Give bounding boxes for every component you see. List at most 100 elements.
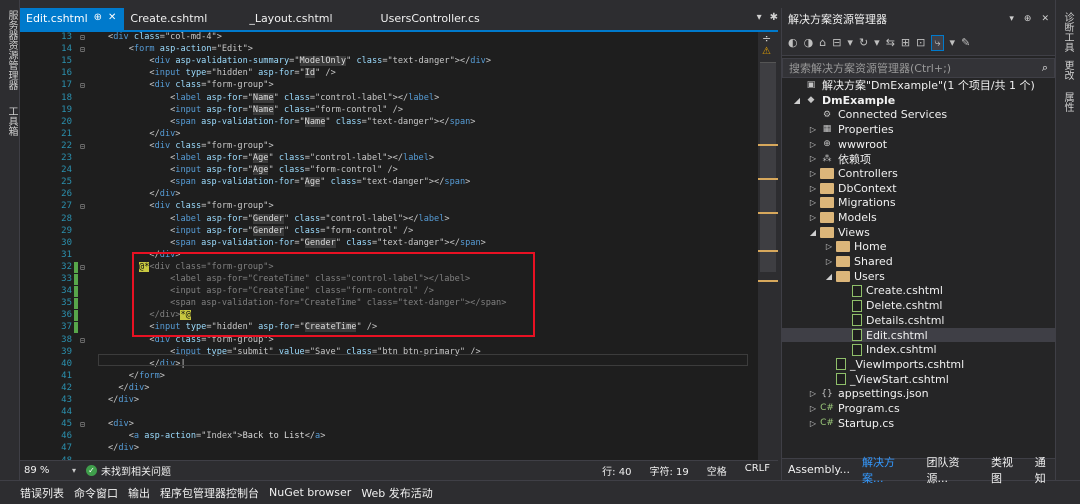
toolbar-button-icon[interactable]: ✎: [961, 36, 970, 49]
code-line[interactable]: <a asp-action="Index">Back to List</a>: [108, 431, 326, 441]
code-line[interactable]: <form asp-action="Edit">: [108, 44, 253, 54]
tree-item[interactable]: ◢ Users: [782, 269, 1056, 284]
toolbox-tab[interactable]: 工具箱: [4, 106, 19, 136]
expand-arrow-icon[interactable]: ▷: [808, 154, 818, 163]
warning-icon[interactable]: ⚠: [762, 46, 771, 57]
code-line[interactable]: <input asp-for="Age" class="form-control…: [108, 165, 398, 176]
diagnostic-tools-tab[interactable]: 诊断工具: [1060, 12, 1075, 52]
split-icon[interactable]: ÷: [762, 32, 771, 45]
solution-search-input[interactable]: 搜索解决方案资源管理器(Ctrl+;) ⌕: [782, 58, 1055, 78]
fold-toggle-icon[interactable]: ⊟: [80, 336, 85, 345]
tree-item[interactable]: ⚙ Connected Services: [782, 107, 1056, 122]
tree-item[interactable]: ▷ Controllers: [782, 166, 1056, 181]
code-line[interactable]: <span asp-validation-for="Name" class="t…: [108, 116, 475, 127]
code-line[interactable]: <div class="form-group">: [108, 201, 273, 211]
toolbar-button-icon[interactable]: ⊞: [901, 36, 910, 49]
expand-arrow-icon[interactable]: ▷: [808, 140, 818, 149]
tree-item[interactable]: Details.cshtml: [782, 313, 1056, 328]
fold-toggle-icon[interactable]: ⊟: [80, 45, 85, 54]
tab-userscontroller[interactable]: UsersController.cs: [341, 8, 488, 30]
pin-icon[interactable]: ⊕: [94, 12, 102, 30]
expand-arrow-icon[interactable]: ▷: [808, 184, 818, 193]
code-line[interactable]: </div>: [108, 395, 139, 405]
code-line[interactable]: <div class="form-group">: [108, 80, 273, 90]
code-line[interactable]: <div asp-validation-summary="ModelOnly" …: [108, 56, 491, 67]
toolbar-button-icon[interactable]: ▾: [847, 36, 853, 49]
toolbar-button-icon[interactable]: ⤷: [931, 34, 944, 51]
zoom-dropdown-icon[interactable]: ▾: [72, 466, 76, 475]
toolbar-button-icon[interactable]: ▾: [874, 36, 880, 49]
toolbar-button-icon[interactable]: ⌂: [819, 36, 826, 49]
toolbar-button-icon[interactable]: ▾: [950, 36, 956, 49]
toolbar-button-icon[interactable]: ◑: [804, 36, 814, 49]
editor-scrollbar[interactable]: ÷ ⚠: [758, 32, 778, 460]
expand-arrow-icon[interactable]: ▷: [808, 419, 818, 428]
tab-list-dropdown-icon[interactable]: ▾: [757, 12, 762, 30]
fold-toggle-icon[interactable]: ⊟: [80, 420, 85, 429]
expand-arrow-icon[interactable]: ▷: [824, 257, 834, 266]
tab-layout-cshtml[interactable]: _Layout.cshtml: [215, 8, 340, 30]
code-line[interactable]: <span asp-validation-for="Age" class="te…: [108, 177, 470, 188]
tree-item[interactable]: Create.cshtml: [782, 284, 1056, 299]
panel-tab[interactable]: 类视图: [991, 454, 1023, 486]
code-line[interactable]: <div class="form-group">: [108, 141, 273, 151]
code-line[interactable]: </div>: [108, 189, 180, 199]
expanded-arrow-icon[interactable]: ◢: [824, 272, 834, 281]
server-explorer-tab[interactable]: 服务器资源管理器: [4, 10, 19, 90]
code-line[interactable]: </div>: [108, 383, 149, 393]
pin-icon[interactable]: ⊕: [1024, 14, 1032, 24]
tab-create-cshtml[interactable]: Create.cshtml: [124, 8, 215, 30]
tree-item[interactable]: ▷ C# Program.cs: [782, 401, 1056, 416]
expanded-arrow-icon[interactable]: ◢: [808, 228, 818, 237]
tree-item[interactable]: ◢ Views: [782, 225, 1056, 240]
code-line[interactable]: </div>: [108, 129, 180, 139]
code-line[interactable]: <input type="hidden" asp-for="Id" />: [108, 68, 336, 79]
toolbar-button-icon[interactable]: ↻: [859, 36, 868, 49]
tree-item[interactable]: _ViewImports.cshtml: [782, 357, 1056, 372]
close-icon[interactable]: ✕: [1041, 14, 1049, 24]
fold-toggle-icon[interactable]: ⊟: [80, 81, 85, 90]
tab-nuget-browser[interactable]: NuGet browser: [269, 486, 351, 499]
settings-icon[interactable]: ✱: [770, 12, 778, 30]
tree-item[interactable]: ▷ ▦ Properties: [782, 122, 1056, 137]
toolbar-button-icon[interactable]: ⇆: [886, 36, 895, 49]
code-line[interactable]: </div>: [108, 443, 139, 453]
expand-arrow-icon[interactable]: ▷: [808, 125, 818, 134]
tree-item[interactable]: Delete.cshtml: [782, 298, 1056, 313]
panel-tab[interactable]: 解决方案...: [862, 454, 915, 486]
code-line[interactable]: <input asp-for="Name" class="form-contro…: [108, 104, 403, 115]
tree-item[interactable]: ▷ ⁂ 依赖项: [782, 151, 1056, 166]
tree-item[interactable]: ▷ Shared: [782, 254, 1056, 269]
fold-toggle-icon[interactable]: ⊟: [80, 202, 85, 211]
expand-arrow-icon[interactable]: ▷: [808, 169, 818, 178]
zoom-level[interactable]: 89 %: [20, 465, 72, 476]
expand-arrow-icon[interactable]: ▷: [808, 404, 818, 413]
fold-toggle-icon[interactable]: ⊟: [80, 263, 85, 272]
code-line[interactable]: <label asp-for="Age" class="control-labe…: [108, 153, 434, 163]
tree-item[interactable]: ▷ DbContext: [782, 181, 1056, 196]
expand-arrow-icon[interactable]: ▷: [824, 242, 834, 251]
tree-item[interactable]: ▷ C# Startup.cs: [782, 416, 1056, 431]
close-icon[interactable]: ✕: [108, 12, 116, 30]
eol-status[interactable]: CRLF: [745, 463, 770, 478]
expand-arrow-icon[interactable]: ▷: [808, 389, 818, 398]
code-line[interactable]: <input asp-for="Gender" class="form-cont…: [108, 225, 413, 236]
toolbar-button-icon[interactable]: ◐: [788, 36, 798, 49]
whitespace-status[interactable]: 空格: [707, 463, 727, 478]
fold-toggle-icon[interactable]: ⊟: [80, 142, 85, 151]
tree-item[interactable]: ▷ Migrations: [782, 196, 1056, 211]
panel-menu-icon[interactable]: ▾: [1009, 14, 1014, 24]
code-line[interactable]: <div class="col-md-4">: [108, 32, 222, 42]
tab-web-publish[interactable]: Web 发布活动: [361, 485, 432, 501]
expand-arrow-icon[interactable]: ▷: [808, 213, 818, 222]
toolbar-button-icon[interactable]: ⊟: [832, 36, 841, 49]
tab-error-list[interactable]: 错误列表: [20, 485, 64, 501]
expanded-arrow-icon[interactable]: ◢: [792, 96, 802, 105]
tab-command-window[interactable]: 命令窗口: [74, 485, 118, 501]
tree-item[interactable]: _ViewStart.cshtml: [782, 372, 1056, 387]
tree-item[interactable]: ◢ ◆ DmExample: [782, 93, 1056, 108]
scroll-thumb[interactable]: [760, 62, 776, 272]
changes-tab[interactable]: 更改: [1060, 60, 1075, 80]
tree-item[interactable]: ▷ ⊕ wwwroot: [782, 137, 1056, 152]
toolbar-button-icon[interactable]: ⊡: [916, 36, 925, 49]
